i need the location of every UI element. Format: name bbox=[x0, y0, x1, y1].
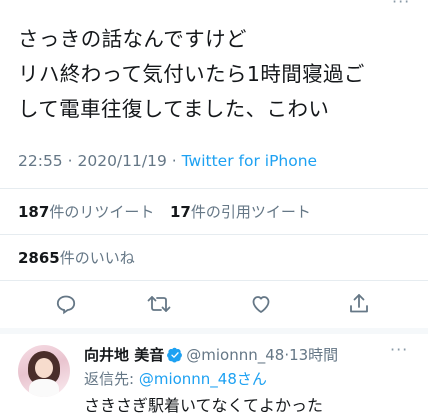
meta-separator: · bbox=[171, 152, 177, 170]
avatar-body bbox=[29, 379, 59, 397]
likes-count: 2865 bbox=[18, 249, 60, 267]
reply-button[interactable] bbox=[48, 286, 84, 322]
like-button[interactable] bbox=[243, 286, 279, 322]
quotes-count: 17 bbox=[170, 203, 191, 221]
retweets-label: 件のリツイート bbox=[49, 203, 155, 221]
share-icon bbox=[350, 294, 368, 313]
reply-to-prefix: 返信先: bbox=[84, 370, 139, 388]
reply-text: さきさぎ駅着いてなくてよかった bbox=[84, 396, 324, 415]
retweets-count: 187 bbox=[18, 203, 50, 221]
tweet-time[interactable]: 22:55 bbox=[18, 152, 63, 170]
reply-time[interactable]: 13時間 bbox=[289, 346, 338, 364]
tweet-line: リハ終わって気付いたら1時間寝過ご bbox=[18, 62, 365, 86]
verified-badge-icon bbox=[167, 347, 183, 363]
tweet-line: して電車往復してました、こわい bbox=[18, 97, 330, 121]
reply-display-name[interactable]: 向井地 美音 bbox=[84, 346, 164, 364]
reply-handle[interactable]: @mionnn_48 bbox=[186, 346, 284, 364]
retweet-button[interactable] bbox=[141, 286, 177, 322]
likes-stat[interactable]: 2865件のいいね bbox=[18, 247, 135, 268]
reply-to-line: 返信先: @mionnn_48さん bbox=[84, 368, 267, 389]
divider bbox=[0, 280, 428, 281]
retweet-icon bbox=[147, 296, 171, 312]
section-separator bbox=[0, 328, 428, 334]
tweet-date[interactable]: 2020/11/19 bbox=[77, 152, 166, 170]
divider bbox=[0, 188, 428, 189]
divider bbox=[0, 234, 428, 235]
retweets-stat[interactable]: 187件のリツイート bbox=[18, 201, 154, 222]
reply-to-handle[interactable]: @mionnn_48さん bbox=[139, 370, 267, 388]
likes-label: 件のいいね bbox=[59, 249, 135, 267]
tweet-more-menu[interactable]: ··· bbox=[392, 0, 410, 11]
tweet-action-bar bbox=[0, 286, 428, 326]
quotes-stat[interactable]: 17件の引用ツイート bbox=[170, 201, 311, 222]
reply-header: 向井地 美音 @mionnn_48·13時間 bbox=[84, 344, 338, 365]
tweet-client[interactable]: Twitter for iPhone bbox=[182, 152, 317, 170]
like-icon bbox=[252, 296, 270, 313]
avatar[interactable] bbox=[18, 345, 70, 397]
tweet-text: さっきの話なんですけど リハ終わって気付いたら1時間寝過ご して電車往復してまし… bbox=[18, 22, 418, 127]
tweet-line: さっきの話なんですけど bbox=[18, 27, 247, 51]
meta-separator: · bbox=[67, 152, 73, 170]
reply-more-menu[interactable]: ··· bbox=[390, 340, 408, 359]
avatar-face bbox=[35, 358, 53, 378]
reply-icon bbox=[56, 295, 76, 315]
tweet-meta: 22:55 · 2020/11/19 · Twitter for iPhone bbox=[18, 152, 317, 170]
quotes-label: 件の引用ツイート bbox=[190, 203, 311, 221]
share-button[interactable] bbox=[341, 286, 377, 322]
